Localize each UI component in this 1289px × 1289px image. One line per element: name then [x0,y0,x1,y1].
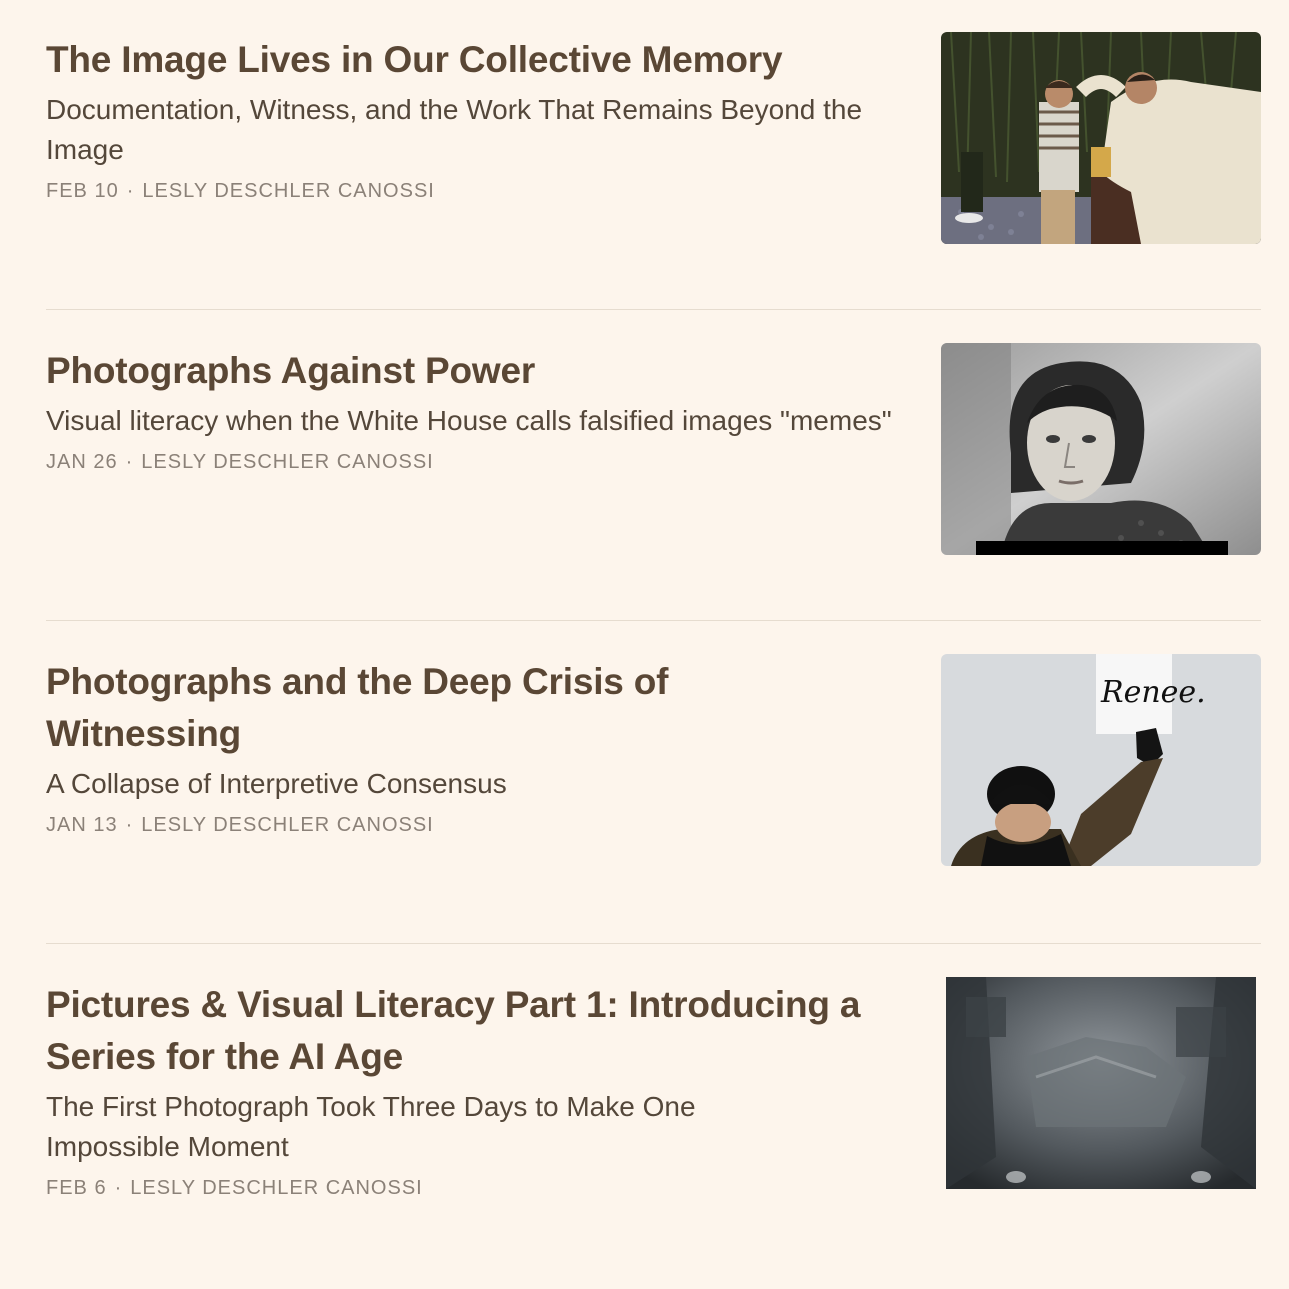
sign-text: Renee. [1100,675,1206,710]
post-title[interactable]: Photographs Against Power [46,345,896,397]
post-text: Photographs Against Power Visual literac… [46,345,896,475]
meta-separator: · [126,180,135,202]
post-meta: JAN 13 · LESLY DESCHLER CANOSSI [46,812,896,838]
post-author[interactable]: LESLY DESCHLER CANOSSI [141,451,433,473]
post-date: FEB 6 [46,1177,107,1199]
post-date: JAN 26 [46,451,118,473]
post-thumbnail[interactable]: Renee. [941,654,1261,866]
post-subtitle: The First Photograph Took Three Days to … [46,1091,696,1162]
post-thumbnail[interactable] [946,977,1256,1189]
post-text: Pictures & Visual Literacy Part 1: Intro… [46,979,896,1201]
post-divider [46,943,1261,944]
post-author[interactable]: LESLY DESCHLER CANOSSI [142,180,434,202]
post-subtitle: A Collapse of Interpretive Consensus [46,768,507,799]
post-author[interactable]: LESLY DESCHLER CANOSSI [141,814,433,836]
post-divider [46,620,1261,621]
post-meta: FEB 6 · LESLY DESCHLER CANOSSI [46,1175,896,1201]
photo-protester-sign-icon: Renee. [941,654,1261,866]
post-title[interactable]: Photographs and the Deep Crisis of Witne… [46,656,746,760]
post-text: The Image Lives in Our Collective Memory… [46,34,896,204]
meta-separator: · [114,1177,123,1199]
post-title[interactable]: The Image Lives in Our Collective Memory [46,34,896,86]
post-thumbnail[interactable] [941,32,1261,244]
post-text: Photographs and the Deep Crisis of Witne… [46,656,896,838]
post-meta: JAN 26 · LESLY DESCHLER CANOSSI [46,449,896,475]
post-date: FEB 10 [46,180,119,202]
post-thumbnail[interactable] [941,343,1261,555]
post-meta: FEB 10 · LESLY DESCHLER CANOSSI [46,178,896,204]
post-subtitle: Documentation, Witness, and the Work Tha… [46,94,863,165]
meta-separator: · [125,451,134,473]
photo-man-blessing-boy-icon [941,32,1261,244]
photo-first-photograph-icon [946,977,1256,1189]
post-subtitle: Visual literacy when the White House cal… [46,405,892,436]
post-title[interactable]: Pictures & Visual Literacy Part 1: Intro… [46,979,906,1083]
post-divider [46,309,1261,310]
post-author[interactable]: LESLY DESCHLER CANOSSI [130,1177,422,1199]
meta-separator: · [125,814,134,836]
post-date: JAN 13 [46,814,118,836]
photo-bw-portrait-woman-icon [941,343,1261,555]
